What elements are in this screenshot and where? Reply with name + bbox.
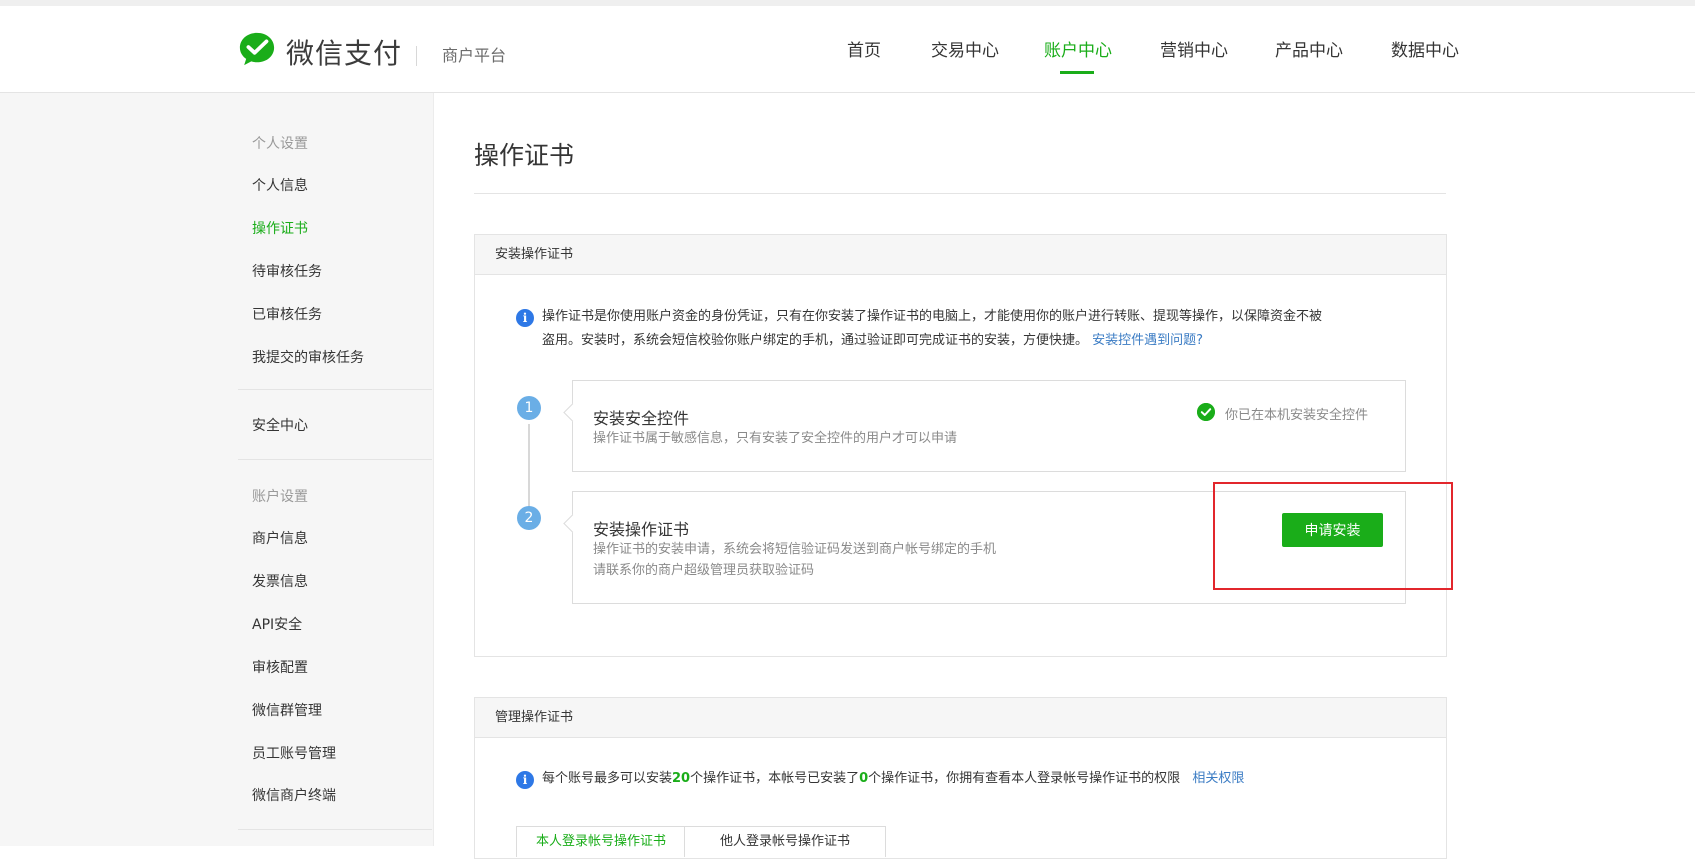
install-info-text: 操作证书是你使用账户资金的身份凭证，只有在你安装了操作证书的电脑上，才能使用你的… xyxy=(542,305,1422,353)
brand-name: 微信支付 xyxy=(286,37,403,70)
install-info-line-2-text: 盗用。安装时，系统会短信校验你账户绑定的手机，通过验证即可完成证书的安装，方便快… xyxy=(542,333,1089,348)
install-info-line-1: 操作证书是你使用账户资金的身份凭证，只有在你安装了操作证书的电脑上，才能使用你的… xyxy=(542,309,1323,324)
header: 微信支付 商户平台 首页 交易中心 账户中心 营销中心 产品中心 数据中心 xyxy=(0,6,1695,93)
sidebar-divider xyxy=(238,459,432,460)
manage-info-part-1: 每个账号最多可以安装 xyxy=(542,771,673,786)
sidebar-item-review-config[interactable]: 审核配置 xyxy=(252,657,308,677)
sidebar-divider xyxy=(238,829,432,830)
platform-name: 商户平台 xyxy=(442,46,507,65)
related-permissions-link[interactable]: 相关权限 xyxy=(1192,771,1244,786)
nav-marketing-center[interactable]: 营销中心 xyxy=(1160,36,1228,61)
info-icon: i xyxy=(516,309,534,327)
nav-data-center[interactable]: 数据中心 xyxy=(1391,36,1459,61)
tab-own-account-certificates[interactable]: 本人登录帐号操作证书 xyxy=(516,826,686,857)
step-2-description: 操作证书的安装申请，系统会将短信验证码发送到商户帐号绑定的手机 请联系你的商户超… xyxy=(593,539,996,581)
nav-account-center[interactable]: 账户中心 xyxy=(1044,36,1112,61)
step-2-number: 2 xyxy=(517,506,541,530)
title-divider xyxy=(474,193,1446,194)
installed-certificate-count: 0 xyxy=(859,771,869,786)
step-2-title: 安装操作证书 xyxy=(593,520,690,539)
info-icon: i xyxy=(516,771,534,789)
sidebar-item-operation-certificate[interactable]: 操作证书 xyxy=(252,218,308,238)
nav-active-indicator xyxy=(1060,71,1094,74)
manage-panel-heading: 管理操作证书 xyxy=(475,698,1446,738)
sidebar-item-my-submitted-reviews[interactable]: 我提交的审核任务 xyxy=(252,347,364,367)
sidebar-item-reviewed[interactable]: 已审核任务 xyxy=(252,304,322,324)
sidebar-divider xyxy=(238,389,432,390)
sidebar-item-merchant-terminal[interactable]: 微信商户终端 xyxy=(252,785,336,805)
step-1-status: 你已在本机安装安全控件 xyxy=(1225,408,1369,423)
highlight-box xyxy=(1213,482,1453,590)
nav-transaction-center[interactable]: 交易中心 xyxy=(931,36,999,61)
step-2-description-line-1: 操作证书的安装申请，系统会将短信验证码发送到商户帐号绑定的手机 xyxy=(593,542,997,557)
install-info-line-2: 盗用。安装时，系统会短信校验你账户绑定的手机，通过验证即可完成证书的安装，方便快… xyxy=(542,329,1422,353)
manage-info-part-2: 个操作证书，本帐号已安装了 xyxy=(690,771,860,786)
sidebar: 个人设置 个人信息 操作证书 待审核任务 已审核任务 我提交的审核任务 安全中心… xyxy=(0,93,434,846)
step-2-description-line-2: 请联系你的商户超级管理员获取验证码 xyxy=(593,563,815,578)
step-1-title: 安装安全控件 xyxy=(593,409,690,428)
tab-other-account-certificates[interactable]: 他人登录帐号操作证书 xyxy=(684,826,886,857)
nav-home[interactable]: 首页 xyxy=(847,36,881,61)
sidebar-group-personal: 个人设置 xyxy=(252,136,308,152)
manage-info-text: 每个账号最多可以安装20个操作证书，本帐号已安装了0个操作证书，你拥有查看本人登… xyxy=(542,767,1244,791)
manage-info-part-3: 个操作证书，你拥有查看本人登录帐号操作证书的权限 xyxy=(868,771,1181,786)
sidebar-item-security-center[interactable]: 安全中心 xyxy=(252,415,308,435)
sidebar-item-pending-review[interactable]: 待审核任务 xyxy=(252,261,322,281)
nav-product-center[interactable]: 产品中心 xyxy=(1275,36,1343,61)
install-help-link[interactable]: 安装控件遇到问题? xyxy=(1092,333,1203,348)
wechat-pay-logo-icon xyxy=(239,32,275,66)
sidebar-item-api-security[interactable]: API安全 xyxy=(252,614,302,634)
max-certificate-count: 20 xyxy=(672,771,691,786)
sidebar-item-invoice-info[interactable]: 发票信息 xyxy=(252,571,308,591)
step-1-box: 安装安全控件 操作证书属于敏感信息，只有安装了安全控件的用户才可以申请 你已在本… xyxy=(563,380,1406,472)
check-circle-icon xyxy=(1197,403,1215,421)
page-title: 操作证书 xyxy=(474,141,575,170)
logo-divider xyxy=(416,46,417,66)
sidebar-item-merchant-info[interactable]: 商户信息 xyxy=(252,528,308,548)
sidebar-item-personal-info[interactable]: 个人信息 xyxy=(252,175,308,195)
sidebar-item-staff-account-management[interactable]: 员工账号管理 xyxy=(252,743,336,763)
step-1-description: 操作证书属于敏感信息，只有安装了安全控件的用户才可以申请 xyxy=(593,431,958,446)
install-panel-heading: 安装操作证书 xyxy=(475,235,1446,275)
sidebar-item-wechat-group-management[interactable]: 微信群管理 xyxy=(252,700,322,720)
sidebar-group-account: 账户设置 xyxy=(252,489,308,505)
step-1-number: 1 xyxy=(517,396,541,420)
